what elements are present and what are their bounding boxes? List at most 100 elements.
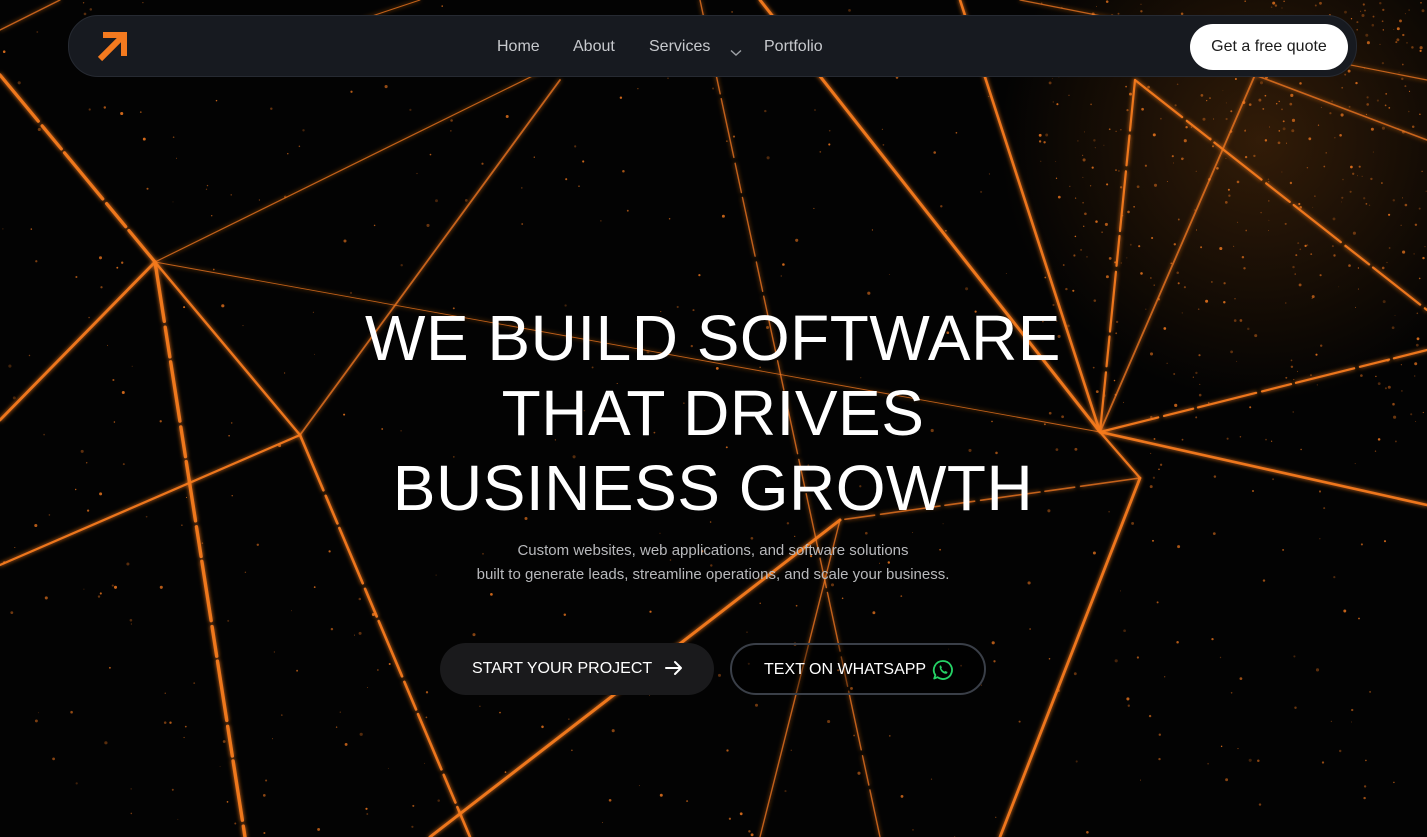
particle-dot xyxy=(1401,390,1403,392)
chevron-down-icon xyxy=(730,43,742,63)
particle-dot xyxy=(1360,543,1363,546)
particle-dot xyxy=(1267,178,1270,180)
particle-dot xyxy=(1181,157,1184,161)
particle-dot xyxy=(565,178,568,181)
particle-dot xyxy=(1089,185,1092,187)
particle-dot xyxy=(258,199,260,201)
particle-dot xyxy=(359,732,363,736)
start-project-button[interactable]: START YOUR PROJECT xyxy=(440,643,714,695)
particle-dot xyxy=(1375,375,1377,378)
particle-dot xyxy=(1152,133,1156,137)
whatsapp-button[interactable]: TEXT ON WHATSAPP xyxy=(730,643,986,695)
particle-dot xyxy=(790,749,793,752)
particle-dot xyxy=(1296,370,1298,372)
particle-dot xyxy=(1386,261,1388,264)
particle-dot xyxy=(416,172,418,175)
particle-dot xyxy=(358,597,362,601)
nav-link-about[interactable]: About xyxy=(573,37,615,57)
particle-dot xyxy=(1381,61,1385,65)
particle-dot xyxy=(17,81,21,85)
particle-dot xyxy=(1350,165,1353,169)
particle-dot xyxy=(1414,362,1418,366)
particle-dot xyxy=(814,109,816,111)
particle-dot xyxy=(1272,478,1275,481)
nav-link-services[interactable]: Services xyxy=(649,37,742,57)
particle-dot xyxy=(113,585,118,589)
particle-dot xyxy=(578,185,580,187)
particle-dot xyxy=(1377,382,1381,385)
particle-dot xyxy=(210,214,213,217)
particle-dot xyxy=(111,584,114,587)
particle-dot xyxy=(1362,3,1365,6)
particle-dot xyxy=(1209,97,1211,99)
particle-dot xyxy=(888,735,891,737)
particle-dot xyxy=(1126,108,1129,112)
particle-dot xyxy=(1366,96,1369,99)
particle-dot xyxy=(1163,327,1167,330)
particle-dot xyxy=(1181,312,1183,314)
particle-dot xyxy=(1410,413,1413,416)
particle-dot xyxy=(263,831,266,835)
particle-dot xyxy=(1358,165,1361,168)
particle-dot xyxy=(230,422,233,424)
particle-dot xyxy=(1278,130,1281,132)
particle-dot xyxy=(1268,200,1270,202)
particle-dot xyxy=(1366,41,1370,45)
particle-dot xyxy=(1199,383,1201,385)
particle-dot xyxy=(867,291,871,295)
particle-dot xyxy=(638,785,640,787)
particle-dot xyxy=(1069,185,1071,188)
particle-dot xyxy=(131,365,133,367)
particle-dot xyxy=(1133,206,1135,208)
particle-dot xyxy=(8,364,12,368)
particle-dot xyxy=(1136,656,1140,659)
particle-dot xyxy=(1173,373,1176,375)
particle-dot xyxy=(1224,201,1228,204)
particle-dot xyxy=(1198,393,1202,397)
particle-dot xyxy=(1370,127,1374,131)
particle-dot xyxy=(126,562,130,566)
particle-dot xyxy=(280,714,283,716)
arrow-up-right-icon[interactable] xyxy=(91,26,131,66)
particle-dot xyxy=(1357,175,1358,177)
particle-dot xyxy=(387,767,389,769)
particle-dot xyxy=(1055,161,1057,162)
particle-dot xyxy=(1174,104,1177,107)
particle-dot xyxy=(222,740,226,743)
particle-dot xyxy=(1225,102,1227,104)
get-quote-button[interactable]: Get a free quote xyxy=(1190,24,1348,70)
particle-dot xyxy=(871,229,873,231)
particle-dot xyxy=(317,827,321,831)
particle-dot xyxy=(1129,243,1132,246)
particle-dot xyxy=(1174,403,1178,407)
particle-dot xyxy=(177,818,179,820)
particle-dot xyxy=(1339,134,1342,137)
particle-dot xyxy=(784,790,787,793)
particle-dot xyxy=(764,109,767,113)
particle-dot xyxy=(409,108,412,112)
particle-dot xyxy=(1074,197,1077,199)
particle-dot xyxy=(185,496,188,498)
nav-link-home[interactable]: Home xyxy=(497,37,540,57)
hero-title-line: BUSINESS GROWTH xyxy=(392,452,1034,524)
particle-dot xyxy=(1381,20,1384,23)
particle-dot xyxy=(1400,364,1402,366)
particle-dot xyxy=(1195,170,1197,172)
particle-dot xyxy=(139,111,142,113)
particle-dot xyxy=(1105,275,1109,279)
particle-dot xyxy=(1376,99,1379,102)
particle-dot xyxy=(1247,327,1250,331)
particle-dot xyxy=(112,378,115,382)
particle-dot xyxy=(1195,229,1198,231)
particle-dot xyxy=(435,199,438,203)
particle-dot xyxy=(1401,197,1404,199)
particle-dot xyxy=(1259,81,1264,85)
particle-dot xyxy=(1282,120,1285,123)
nav-link-portfolio[interactable]: Portfolio xyxy=(764,37,823,57)
particle-dot xyxy=(828,143,831,146)
particle-dot xyxy=(888,273,890,275)
particle-dot xyxy=(30,228,33,230)
particle-dot xyxy=(1344,10,1347,14)
particle-dot xyxy=(965,287,969,291)
particle-dot xyxy=(1103,144,1105,146)
